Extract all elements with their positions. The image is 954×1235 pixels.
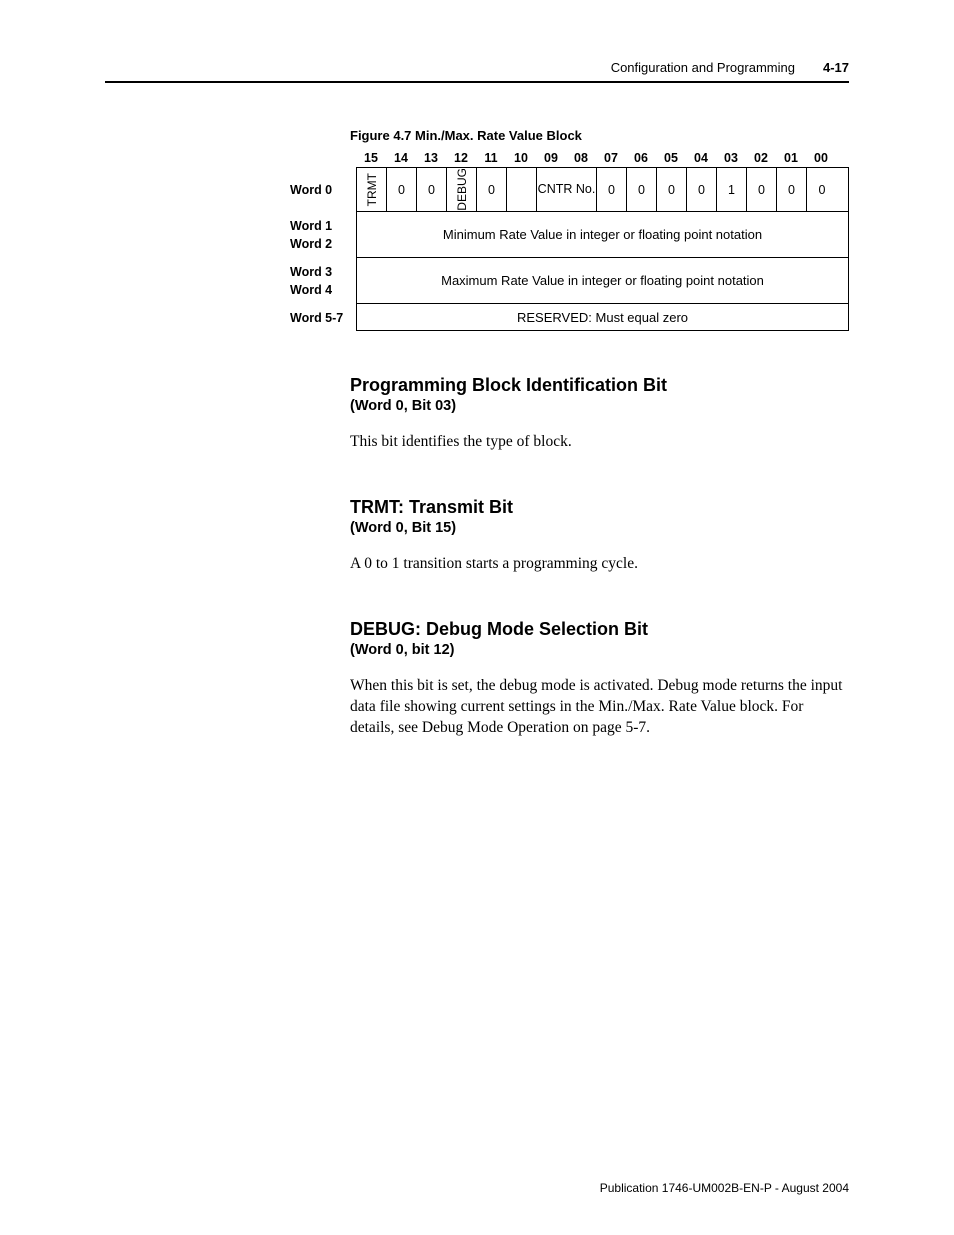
word1-2-row: Minimum Rate Value in integer or floatin…	[357, 212, 848, 258]
bit-col: 12	[446, 151, 476, 165]
bit-col: 04	[686, 151, 716, 165]
row-label-w2: Word 2	[290, 237, 350, 251]
row-label-w1-2: Word 1 Word 2	[290, 212, 350, 258]
bit-col: 13	[416, 151, 446, 165]
w0-bit06: 0	[627, 168, 657, 211]
row-label-w4: Word 4	[290, 283, 350, 297]
bit-col: 14	[386, 151, 416, 165]
row-label-w0: Word 0	[290, 183, 350, 197]
section-subheading: (Word 0, Bit 03)	[350, 398, 849, 414]
bit-col: 03	[716, 151, 746, 165]
header-pagenum: 4-17	[823, 60, 849, 75]
w0-bit14: 0	[387, 168, 417, 211]
w0-bit11: 0	[477, 168, 507, 211]
w0-bit01: 0	[777, 168, 807, 211]
w0-bit09-08: CNTR No.	[537, 168, 597, 211]
word5-7-row: RESERVED: Must equal zero	[357, 304, 848, 330]
section-heading: DEBUG: Debug Mode Selection Bit	[350, 619, 849, 640]
header-title: Configuration and Programming	[611, 60, 795, 75]
section-prog-block-id: Programming Block Identification Bit (Wo…	[350, 375, 849, 453]
bit-col: 07	[596, 151, 626, 165]
w0-bit02: 0	[747, 168, 777, 211]
row-label-w1: Word 1	[290, 219, 350, 233]
w0-bit05: 0	[657, 168, 687, 211]
section-body: When this bit is set, the debug mode is …	[350, 676, 849, 739]
w0-bit10	[507, 168, 537, 211]
bit-col: 11	[476, 151, 506, 165]
header-rule	[105, 81, 849, 83]
section-body: This bit identifies the type of block.	[350, 432, 849, 453]
bit-col: 02	[746, 151, 776, 165]
section-heading: Programming Block Identification Bit	[350, 375, 849, 396]
w0-bit00: 0	[807, 168, 837, 211]
word3-4-row: Maximum Rate Value in integer or floatin…	[357, 258, 848, 304]
section-heading: TRMT: Transmit Bit	[350, 497, 849, 518]
bit-col: 10	[506, 151, 536, 165]
page: Configuration and Programming 4-17 Figur…	[0, 0, 954, 1235]
w0-bit15: TRMT	[357, 168, 387, 211]
bit-col: 00	[806, 151, 836, 165]
word0-row: TRMT 0 0 DEBUG 0 CNTR No. 0 0 0 0 1 0 0 …	[357, 168, 848, 212]
figure-caption: Figure 4.7 Min./Max. Rate Value Block	[350, 128, 849, 143]
section-subheading: (Word 0, Bit 15)	[350, 520, 849, 536]
figure-table: 15 14 13 12 11 10 09 08 07 06 05 04 03 0…	[290, 151, 849, 331]
section-subheading: (Word 0, bit 12)	[350, 642, 849, 658]
row-label-w3-4: Word 3 Word 4	[290, 258, 350, 304]
section-body: A 0 to 1 transition starts a programming…	[350, 554, 849, 575]
w0-bit04: 0	[687, 168, 717, 211]
row-label-w5-7: Word 5-7	[290, 311, 350, 325]
running-header: Configuration and Programming 4-17	[105, 60, 849, 75]
bit-col: 15	[356, 151, 386, 165]
row-label-w3: Word 3	[290, 265, 350, 279]
w0-bit13: 0	[417, 168, 447, 211]
w0-bit07: 0	[597, 168, 627, 211]
bit-col: 01	[776, 151, 806, 165]
footer-publication: Publication 1746-UM002B-EN-P - August 20…	[600, 1181, 849, 1195]
section-debug: DEBUG: Debug Mode Selection Bit (Word 0,…	[350, 619, 849, 739]
bit-col: 05	[656, 151, 686, 165]
section-trmt: TRMT: Transmit Bit (Word 0, Bit 15) A 0 …	[350, 497, 849, 575]
w0-bit03: 1	[717, 168, 747, 211]
bit-header-row: 15 14 13 12 11 10 09 08 07 06 05 04 03 0…	[356, 151, 849, 165]
w0-bit12: DEBUG	[447, 168, 477, 211]
bit-col: 09	[536, 151, 566, 165]
bit-col: 06	[626, 151, 656, 165]
bit-col: 08	[566, 151, 596, 165]
content-column: Figure 4.7 Min./Max. Rate Value Block 15…	[350, 128, 849, 739]
